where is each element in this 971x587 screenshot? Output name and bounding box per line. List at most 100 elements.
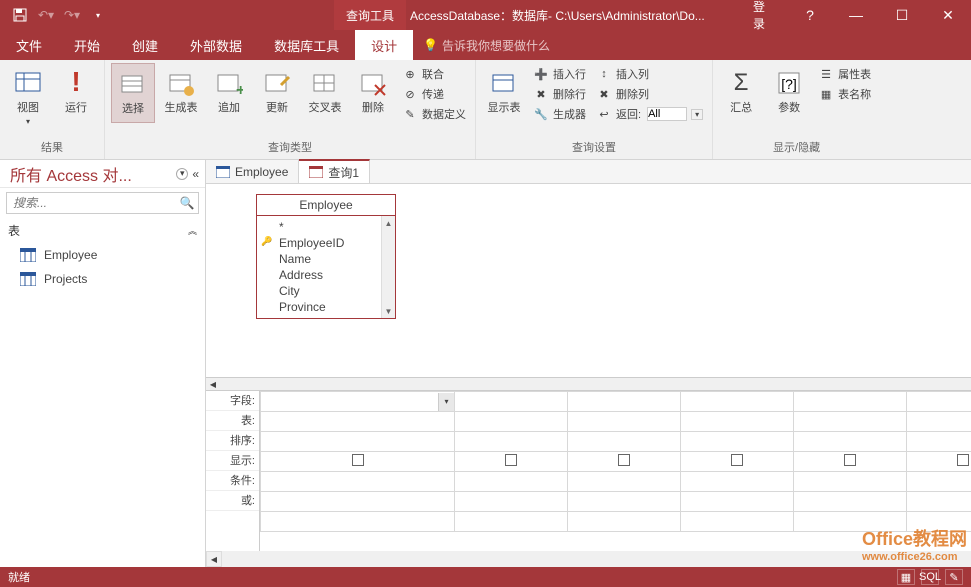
tab-file[interactable]: 文件 bbox=[0, 30, 58, 60]
grid-row-extra bbox=[261, 512, 971, 532]
nav-category-tables[interactable]: 表 ︽ bbox=[0, 218, 205, 243]
search-icon[interactable]: 🔍 bbox=[176, 193, 198, 213]
checkbox[interactable] bbox=[352, 454, 364, 466]
scroll-down-icon[interactable]: ▼ bbox=[382, 304, 395, 318]
tab-database-tools[interactable]: 数据库工具 bbox=[258, 30, 355, 60]
tab-design[interactable]: 设计 bbox=[355, 30, 413, 60]
show-table-icon bbox=[488, 67, 520, 99]
field-name[interactable]: Name bbox=[257, 251, 395, 267]
scroll-left-icon[interactable]: ◀ bbox=[206, 378, 220, 390]
field-list-employee[interactable]: Employee * EmployeeID Name Address City … bbox=[256, 194, 396, 319]
show-table-button[interactable]: 显示表 bbox=[482, 63, 526, 123]
datasheet-view-button[interactable]: ▦ bbox=[897, 569, 915, 585]
field-province[interactable]: Province bbox=[257, 299, 395, 315]
ribbon-group-show-hide: Σ 汇总 [?] 参数 ☰属性表 ▦表名称 显示/隐藏 bbox=[713, 60, 880, 159]
union-button[interactable]: ⊕联合 bbox=[399, 65, 469, 83]
view-button[interactable]: 视图 ▾ bbox=[6, 63, 50, 126]
field-star[interactable]: * bbox=[257, 219, 395, 235]
make-table-button[interactable]: 生成表 bbox=[159, 63, 203, 123]
query-design-surface[interactable]: Employee * EmployeeID Name Address City … bbox=[206, 184, 971, 377]
run-button[interactable]: ! 运行 bbox=[54, 63, 98, 126]
scroll-up-icon[interactable]: ▲ bbox=[382, 216, 395, 230]
field-city[interactable]: City bbox=[257, 283, 395, 299]
parameters-button[interactable]: [?] 参数 bbox=[767, 63, 811, 114]
insert-cols-button[interactable]: ↕插入列 bbox=[593, 65, 706, 83]
grid-row-or bbox=[261, 492, 971, 512]
svg-text:[?]: [?] bbox=[781, 76, 797, 92]
select-query-button[interactable]: 选择 bbox=[111, 63, 155, 123]
minimize-button[interactable]: — bbox=[833, 0, 879, 30]
dropdown-icon[interactable]: ▾ bbox=[691, 109, 703, 120]
design-view-button[interactable]: ✎ bbox=[945, 569, 963, 585]
tab-home[interactable]: 开始 bbox=[58, 30, 116, 60]
doc-tab-employee[interactable]: Employee bbox=[206, 160, 299, 183]
delete-query-button[interactable]: 删除 bbox=[351, 63, 395, 123]
builder-button[interactable]: 🔧生成器 bbox=[530, 105, 589, 123]
grid-cell[interactable] bbox=[794, 392, 907, 412]
update-button[interactable]: 更新 bbox=[255, 63, 299, 123]
view-icon bbox=[12, 67, 44, 99]
grid-cell[interactable] bbox=[681, 392, 794, 412]
field-list-scrollbar[interactable]: ▲ ▼ bbox=[381, 216, 395, 318]
property-sheet-button[interactable]: ☰属性表 bbox=[815, 65, 874, 83]
append-button[interactable]: + 追加 bbox=[207, 63, 251, 123]
grid-cell[interactable] bbox=[568, 392, 681, 412]
return-input[interactable] bbox=[647, 107, 687, 121]
update-icon bbox=[261, 67, 293, 99]
restore-button[interactable]: ☐ bbox=[879, 0, 925, 30]
passthrough-button[interactable]: ⊘传递 bbox=[399, 85, 469, 103]
tab-create[interactable]: 创建 bbox=[116, 30, 174, 60]
grid-cell[interactable] bbox=[455, 392, 568, 412]
data-definition-button[interactable]: ✎数据定义 bbox=[399, 105, 469, 123]
grid-horizontal-scrollbar[interactable]: ◀ ▶ bbox=[206, 551, 971, 567]
nav-item-projects[interactable]: Projects bbox=[0, 267, 205, 291]
search-input[interactable] bbox=[7, 193, 176, 213]
union-icon: ⊕ bbox=[402, 66, 418, 82]
scroll-left-icon[interactable]: ◀ bbox=[206, 551, 222, 567]
nav-collapse-icon[interactable]: « bbox=[192, 167, 199, 181]
checkbox[interactable] bbox=[618, 454, 630, 466]
delete-cols-button[interactable]: ✖删除列 bbox=[593, 85, 706, 103]
status-text: 就绪 bbox=[8, 569, 30, 585]
passthrough-icon: ⊘ bbox=[402, 86, 418, 102]
field-employeeid[interactable]: EmployeeID bbox=[257, 235, 395, 251]
label-or: 或: bbox=[206, 491, 259, 511]
totals-button[interactable]: Σ 汇总 bbox=[719, 63, 763, 114]
query-grid: 字段: 表: 排序: 显示: 条件: 或: ▾ bbox=[206, 391, 971, 551]
nav-header[interactable]: 所有 Access 对... ▾ « bbox=[0, 160, 205, 188]
dropdown-icon[interactable]: ▾ bbox=[438, 393, 454, 411]
grid-cell[interactable]: ▾ bbox=[261, 392, 455, 412]
field-address[interactable]: Address bbox=[257, 267, 395, 283]
nav-item-employee[interactable]: Employee bbox=[0, 243, 205, 267]
parameters-icon: [?] bbox=[773, 67, 805, 99]
checkbox[interactable] bbox=[505, 454, 517, 466]
delete-rows-button[interactable]: ✖删除行 bbox=[530, 85, 589, 103]
save-icon[interactable] bbox=[8, 3, 32, 27]
return-control[interactable]: ↩返回:▾ bbox=[593, 105, 706, 123]
nav-menu-icon[interactable]: ▾ bbox=[176, 168, 188, 180]
field-list-title: Employee bbox=[257, 195, 395, 216]
table-icon bbox=[216, 166, 230, 178]
grid-columns: ▾ bbox=[260, 391, 971, 551]
redo-icon[interactable]: ↷▾ bbox=[60, 3, 84, 27]
checkbox[interactable] bbox=[844, 454, 856, 466]
horizontal-splitter[interactable]: ◀ ▶ bbox=[206, 377, 971, 391]
property-sheet-icon: ☰ bbox=[818, 66, 834, 82]
login-button[interactable]: 登录 bbox=[741, 0, 787, 30]
insert-rows-button[interactable]: ➕插入行 bbox=[530, 65, 589, 83]
doc-tab-query1[interactable]: 查询1 bbox=[299, 159, 370, 183]
field-combo-input[interactable] bbox=[261, 393, 438, 411]
checkbox[interactable] bbox=[957, 454, 969, 466]
qat-customize-icon[interactable]: ▾ bbox=[86, 3, 110, 27]
scrollbar-track[interactable] bbox=[222, 551, 971, 567]
checkbox[interactable] bbox=[731, 454, 743, 466]
sql-view-button[interactable]: SQL bbox=[921, 569, 939, 585]
grid-cell[interactable] bbox=[907, 392, 971, 412]
close-button[interactable]: ✕ bbox=[925, 0, 971, 30]
crosstab-button[interactable]: 交叉表 bbox=[303, 63, 347, 123]
help-button[interactable]: ? bbox=[787, 0, 833, 30]
tab-external-data[interactable]: 外部数据 bbox=[174, 30, 258, 60]
tell-me-box[interactable]: 💡 告诉我你想要做什么 bbox=[413, 30, 550, 60]
table-names-button[interactable]: ▦表名称 bbox=[815, 85, 874, 103]
undo-icon[interactable]: ↶▾ bbox=[34, 3, 58, 27]
